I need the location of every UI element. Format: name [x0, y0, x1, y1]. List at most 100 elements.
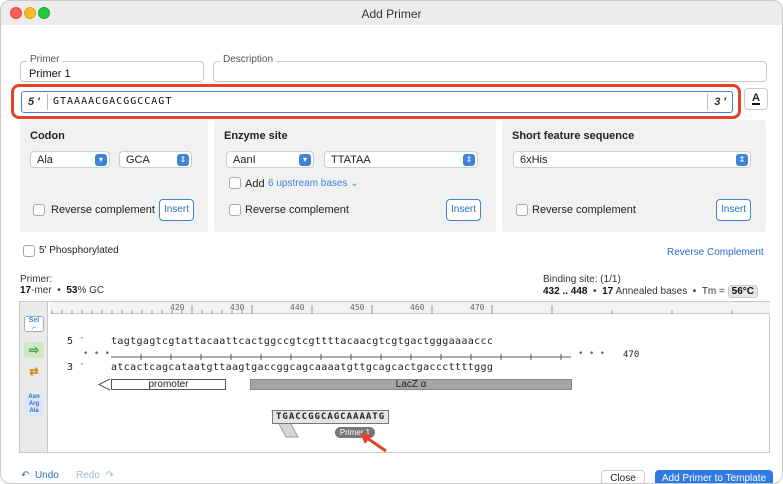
- top-strand-label: 5 ′: [67, 336, 86, 347]
- ruler-tick-label: 440: [290, 303, 305, 312]
- redo-label: Redo: [76, 470, 100, 481]
- enzyme-panel: Enzyme site AanI ▾ TTATAA ⇕ Add 6 upstre…: [214, 120, 496, 232]
- ruler-tick-label: 420: [170, 303, 185, 312]
- codon-panel: Codon Ala ▾ GCA ⇕ Reverse complement Ins…: [20, 120, 208, 232]
- five-prime-label: 5 ′: [28, 96, 40, 108]
- upstream-bases-dropdown[interactable]: 6 upstream bases ⌄: [268, 178, 359, 189]
- amino-acid-value: Ala: [37, 154, 53, 166]
- primer-name-legend: Primer: [27, 54, 63, 65]
- chevron-down-icon: ▾: [95, 154, 107, 166]
- description-legend: Description: [220, 54, 277, 65]
- window-title: Add Primer: [361, 7, 422, 21]
- ruler-tick-label: 470: [470, 303, 485, 312]
- selection-tool[interactable]: Sel ⌐: [24, 316, 44, 332]
- codon-reverse-label: Reverse complement: [51, 204, 155, 216]
- gc-unit: % GC: [77, 285, 105, 296]
- site-value: TTATAA: [331, 154, 371, 166]
- binding-site-label: Binding site: (1/1): [543, 274, 621, 285]
- top-strand-sequence: tagtgagtcgtattacaattcactggccgtcgttttacaa…: [111, 336, 494, 347]
- annealed-count: 17: [602, 286, 614, 297]
- swap-strands-icon[interactable]: ⇄: [24, 364, 44, 380]
- promoter-feature[interactable]: promoter: [111, 379, 226, 390]
- codon-title: Codon: [30, 130, 65, 142]
- add-primer-button[interactable]: Add Primer to Template: [655, 470, 773, 483]
- viewer-toolbar: Sel ⌐ ⇨ ⇄ Asn Arg Ala: [20, 302, 48, 452]
- enzyme-value: AanI: [233, 154, 256, 166]
- position-label: 470: [623, 350, 640, 360]
- short-feature-panel: Short feature sequence 6xHis ⇕ Reverse c…: [502, 120, 766, 232]
- undo-button[interactable]: ↶ Undo: [21, 470, 59, 481]
- ruler-tick-label: 460: [410, 303, 425, 312]
- ruler-tick-label: 430: [230, 303, 245, 312]
- primer-name-value: Primer 1: [29, 68, 71, 80]
- primer-binding-sequence[interactable]: TGACCGGCAGCAAAATG: [272, 410, 390, 424]
- short-feature-value: 6xHis: [520, 154, 548, 166]
- strand-ticks: [111, 354, 571, 360]
- description-field[interactable]: Description: [213, 54, 767, 82]
- undo-label: Undo: [34, 470, 59, 481]
- tm-value: 56°C: [727, 285, 759, 298]
- feature-reverse-checkbox[interactable]: [516, 204, 528, 216]
- codon-reverse-checkbox[interactable]: [33, 204, 45, 216]
- annealed-label: Annealed bases: [615, 286, 688, 297]
- selection-tool-label: Sel: [28, 317, 40, 324]
- dialog-content: Primer Primer 1 Description 5 ′ GTAAAACG…: [1, 25, 782, 483]
- three-prime-label: 3 ′: [714, 96, 726, 108]
- site-select[interactable]: TTATAA ⇕: [324, 151, 478, 168]
- binding-range: 432 .. 448: [543, 286, 588, 297]
- arrow-right-icon[interactable]: ⇨: [24, 342, 44, 358]
- short-feature-title: Short feature sequence: [512, 130, 635, 142]
- primer-length-stat: 17-mer • 53% GC: [20, 285, 105, 296]
- binding-stats: 432 .. 448 • 17 Annealed bases • Tm = 56…: [543, 285, 759, 298]
- phosphorylated-label: 5′ Phosphorylated: [39, 245, 119, 256]
- sequence-viewer[interactable]: 420 430 440 450 460 470 Sel ⌐ ⇨ ⇄ Asn Arg…: [19, 301, 770, 453]
- ruler-tick-label: 450: [350, 303, 365, 312]
- redo-icon: ↷: [105, 470, 114, 481]
- updown-chevron-icon: ⇕: [177, 154, 189, 166]
- position-ruler: 420 430 440 450 460 470: [50, 302, 770, 314]
- upstream-bases-label: 6 upstream bases: [268, 178, 348, 189]
- add-upstream-checkbox[interactable]: [229, 177, 241, 189]
- undo-icon: ↶: [21, 470, 30, 481]
- phosphorylated-checkbox[interactable]: [23, 245, 35, 257]
- tm-label: Tm =: [701, 286, 725, 297]
- enzyme-select[interactable]: AanI ▾: [226, 151, 314, 168]
- codon-select[interactable]: GCA ⇕: [119, 151, 192, 168]
- sequence-text: GTAAAACGACGGCCAGT: [53, 96, 173, 107]
- primer-length: 17: [20, 285, 32, 296]
- chevron-down-icon: ▾: [299, 154, 311, 166]
- primer-stat-label: Primer:: [20, 274, 53, 285]
- translation-icon[interactable]: Asn Arg Ala: [24, 394, 44, 416]
- feature-insert-button[interactable]: Insert: [716, 199, 751, 221]
- length-unit: -mer: [31, 285, 52, 296]
- font-color-button[interactable]: A: [744, 88, 768, 110]
- bottom-strand-label: 3 ′: [67, 362, 86, 373]
- chevron-down-icon: ⌄: [350, 178, 359, 189]
- close-button[interactable]: Close: [601, 470, 645, 483]
- sequence-input[interactable]: 5 ′ GTAAAACGACGGCCAGT 3 ′: [21, 91, 733, 113]
- enzyme-insert-button[interactable]: Insert: [446, 199, 481, 221]
- reverse-complement-link[interactable]: Reverse Complement: [667, 247, 764, 258]
- feature-reverse-label: Reverse complement: [532, 204, 636, 216]
- updown-chevron-icon: ⇕: [463, 154, 475, 166]
- left-ellipsis: • • •: [83, 349, 111, 359]
- redo-button[interactable]: Redo ↷: [76, 470, 114, 481]
- enzyme-reverse-checkbox[interactable]: [229, 204, 241, 216]
- enzyme-title: Enzyme site: [224, 130, 288, 142]
- divider: [47, 94, 48, 110]
- gc-value: 53: [66, 285, 78, 296]
- add-label: Add: [245, 178, 265, 190]
- codon-insert-button[interactable]: Insert: [159, 199, 194, 221]
- divider: [707, 94, 708, 110]
- amino-acid-select[interactable]: Ala ▾: [30, 151, 110, 168]
- add-primer-window: Add Primer Primer Primer 1 Description 5…: [0, 0, 783, 484]
- lacz-feature[interactable]: LacZ α: [250, 379, 572, 390]
- primer-name-field[interactable]: Primer Primer 1: [20, 54, 204, 82]
- titlebar: Add Primer: [1, 1, 782, 25]
- short-feature-select[interactable]: 6xHis ⇕: [513, 151, 751, 168]
- annotation-arrow-icon: [360, 433, 387, 453]
- updown-chevron-icon: ⇕: [736, 154, 748, 166]
- codon-value: GCA: [126, 154, 150, 166]
- sequence-highlight: 5 ′ GTAAAACGACGGCCAGT 3 ′: [11, 84, 741, 119]
- enzyme-reverse-label: Reverse complement: [245, 204, 349, 216]
